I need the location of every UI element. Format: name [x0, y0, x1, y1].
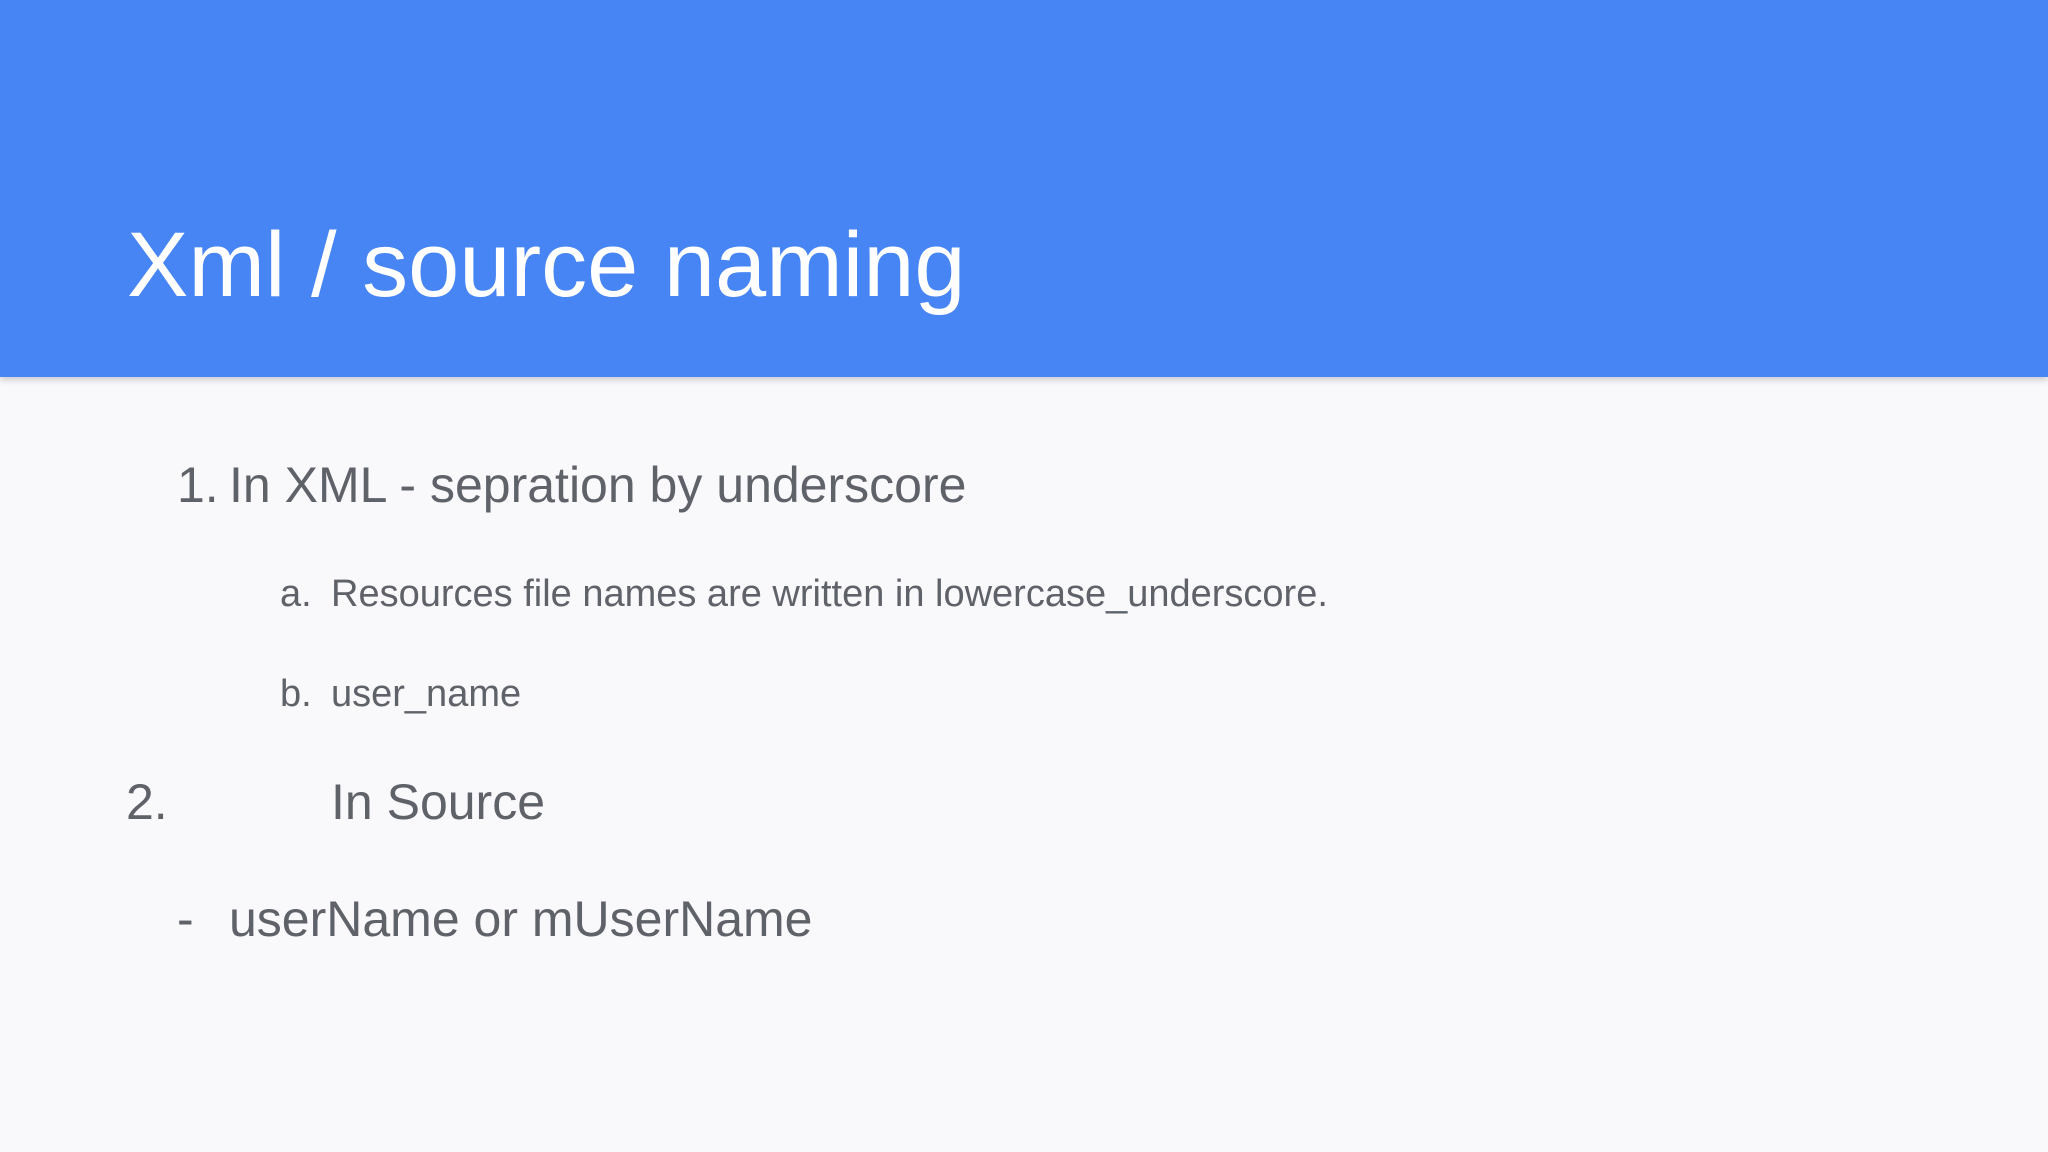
slide-header: Xml / source naming — [0, 0, 2048, 377]
list-item-b: b. user_name — [0, 668, 2048, 720]
list-item-1: 1. In XML - sepration by underscore — [0, 453, 2048, 517]
list-item-text: userName or mUserName — [229, 891, 813, 947]
list-item-dash: - userName or mUserName — [0, 887, 2048, 951]
list-item-text: user_name — [331, 673, 522, 715]
list-marker: 1. — [177, 457, 219, 513]
list-item-text: In Source — [331, 774, 546, 830]
list-marker: b. — [280, 673, 312, 715]
list-item-text: Resources file names are written in lowe… — [331, 573, 1328, 615]
list-marker: - — [177, 891, 194, 947]
slide: Xml / source naming 1. In XML - sepratio… — [0, 0, 2048, 1152]
list-item-text: In XML - sepration by underscore — [229, 457, 967, 513]
list-item-a: a. Resources file names are written in l… — [0, 568, 2048, 620]
list-marker: 2. — [126, 774, 168, 830]
slide-title: Xml / source naming — [127, 214, 966, 316]
list-marker: a. — [280, 573, 312, 615]
list-item-2: 2. In Source — [0, 770, 2048, 834]
